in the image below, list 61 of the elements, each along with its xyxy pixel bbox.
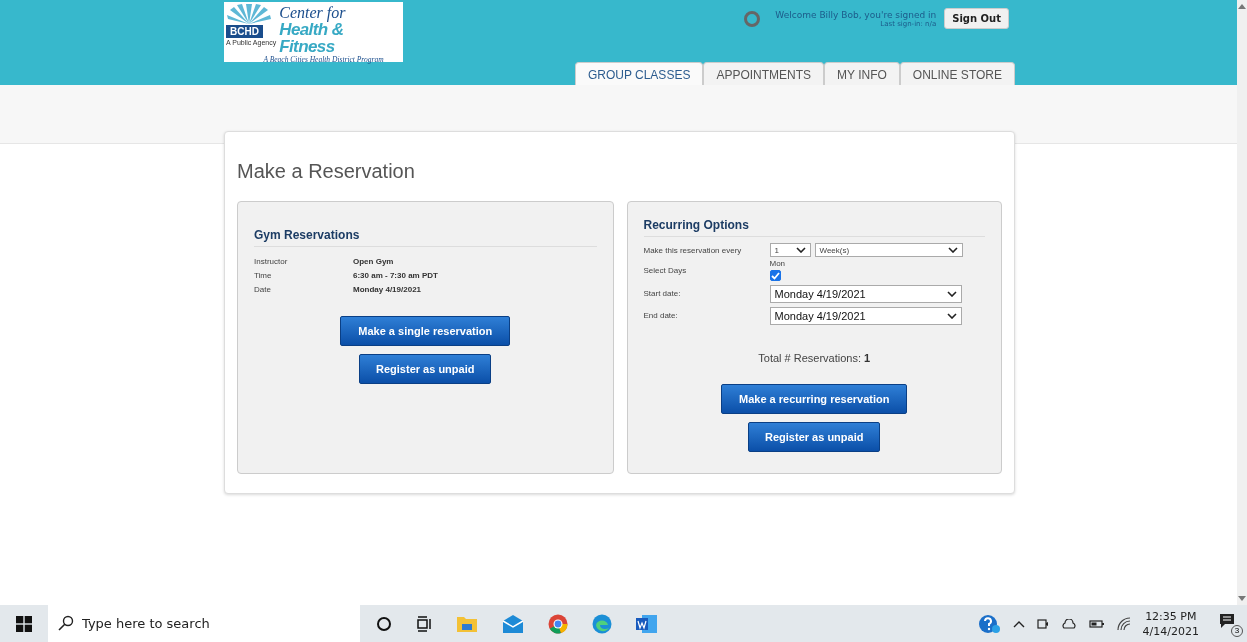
- folder-icon[interactable]: [456, 614, 478, 633]
- start-date-select[interactable]: Monday 4/19/2021: [769, 285, 962, 303]
- detail-label: Instructor: [254, 257, 289, 266]
- nav-tab[interactable]: APPOINTMENTS: [703, 62, 825, 85]
- chevron-icon: [946, 291, 957, 297]
- detail-value: Open Gym: [353, 257, 395, 266]
- register-unpaid-button[interactable]: Register as unpaid: [359, 354, 492, 384]
- help-icon[interactable]: [978, 613, 1001, 634]
- page-title: Make a Reservation: [237, 160, 416, 183]
- single-reservation-button[interactable]: Make a single reservation: [340, 316, 511, 346]
- detail-label: Time: [254, 271, 273, 280]
- logo-text: Health & Fitness: [279, 21, 344, 55]
- nav-tab[interactable]: MY INFO: [824, 62, 900, 85]
- wifi-icon[interactable]: [1116, 616, 1131, 631]
- windows-start-icon[interactable]: [16, 615, 32, 632]
- chrome-icon[interactable]: [548, 613, 568, 634]
- field-label: End date:: [643, 310, 679, 320]
- field-label: Make this reservation every: [643, 245, 743, 255]
- field-label: Start date:: [643, 288, 682, 298]
- clock[interactable]: 12:35 PM 4/14/2021: [1142, 608, 1199, 639]
- battery-icon[interactable]: [1088, 618, 1105, 629]
- message-icon: [1219, 612, 1235, 629]
- day-checkbox[interactable]: [769, 270, 781, 281]
- panel-title: Gym Reservations: [254, 228, 597, 247]
- taskbar-search-field[interactable]: Type here to search: [48, 605, 360, 642]
- cloud-icon[interactable]: [1060, 618, 1077, 629]
- edge-icon[interactable]: [592, 613, 612, 634]
- register-unpaid-button[interactable]: Register as unpaid: [748, 422, 881, 452]
- chevron-icon: [946, 313, 957, 319]
- interval-select[interactable]: 1: [769, 243, 811, 257]
- detail-value: 6:30 am - 7:30 am PDT: [353, 271, 439, 280]
- scroll-up-icon[interactable]: [1238, 3, 1246, 9]
- total-value: 1: [864, 352, 871, 364]
- panel-title: Recurring Options: [643, 218, 985, 237]
- sign-out-button[interactable]: Sign Out: [944, 8, 1009, 29]
- notification-count: 3: [1231, 624, 1243, 637]
- chevron-icon: [795, 247, 806, 253]
- cortana-icon[interactable]: [376, 615, 392, 632]
- chevron-up-icon[interactable]: [1012, 619, 1025, 628]
- detail-value: Monday 4/19/2021: [353, 285, 423, 294]
- logo-text: Center for: [279, 4, 347, 21]
- nav-tab[interactable]: GROUP CLASSES: [574, 62, 704, 85]
- recurring-reservation-button[interactable]: Make a recurring reservation: [721, 384, 908, 414]
- scroll-down-icon[interactable]: [1238, 596, 1246, 602]
- loading-icon: [743, 9, 762, 28]
- end-date-select[interactable]: Monday 4/19/2021: [769, 307, 962, 325]
- total-label: Total # Reservations:: [758, 352, 861, 364]
- logo-badge: BCHD: [226, 25, 263, 38]
- day-label: Mon: [769, 259, 786, 268]
- scrollbar[interactable]: [1237, 0, 1247, 605]
- field-label: Select Days: [643, 265, 688, 275]
- nav-tab[interactable]: ONLINE STORE: [899, 62, 1015, 85]
- detail-label: Date: [254, 285, 272, 294]
- chevron-icon: [947, 247, 958, 253]
- task-view-icon[interactable]: [416, 615, 432, 632]
- mail-icon[interactable]: [502, 614, 524, 633]
- search-icon: [58, 615, 74, 631]
- sunburst-icon: [226, 4, 272, 24]
- word-icon[interactable]: [636, 613, 658, 634]
- unit-select[interactable]: Week(s): [814, 243, 963, 257]
- welcome-text: Welcome Billy Bob, you're signed in: [775, 9, 937, 20]
